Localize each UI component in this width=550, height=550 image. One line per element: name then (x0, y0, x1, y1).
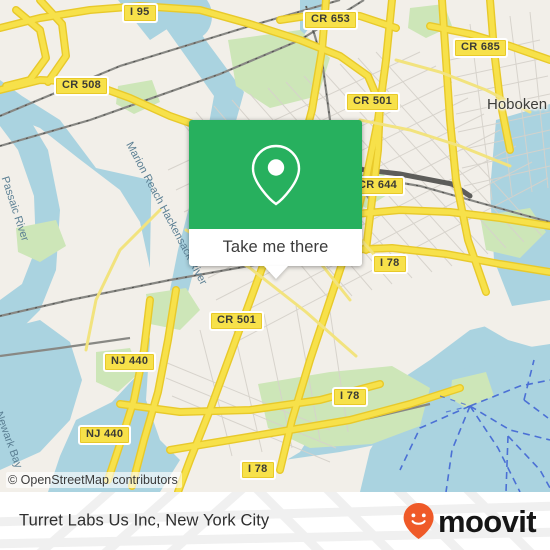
moovit-logo[interactable]: moovit (402, 502, 537, 540)
highway-shield: I 78 (372, 254, 408, 274)
map-pin-icon (251, 144, 300, 205)
take-me-there-button[interactable]: Take me there (189, 229, 362, 266)
highway-shield: I 78 (332, 387, 368, 407)
location-popup[interactable]: Take me there (189, 120, 362, 279)
highway-shield: CR 501 (345, 92, 401, 112)
moovit-wordmark: moovit (437, 503, 537, 539)
osm-attribution[interactable]: © OpenStreetMap contributors (6, 472, 182, 488)
popup-icon-panel (189, 120, 362, 229)
highway-shield: NJ 440 (78, 425, 132, 445)
popup-tail (263, 266, 288, 279)
highway-shield: CR 508 (54, 76, 110, 96)
moovit-smiling-pin-icon (403, 503, 434, 539)
highway-shield: CR 501 (209, 311, 265, 331)
highway-shield: CR 685 (453, 38, 509, 58)
footer-bar: Turret Labs Us Inc, New York City moovit (0, 492, 550, 550)
highway-shield: I 95 (122, 3, 158, 23)
map-screenshot: I 95 CR 653 CR 685 CR 501 CR 508 CR 644 … (0, 0, 550, 550)
highway-shield: I 78 (240, 460, 276, 480)
highway-shield: CR 653 (303, 10, 359, 30)
location-title: Turret Labs Us Inc, New York City (19, 511, 270, 530)
highway-shield: NJ 440 (103, 352, 157, 372)
